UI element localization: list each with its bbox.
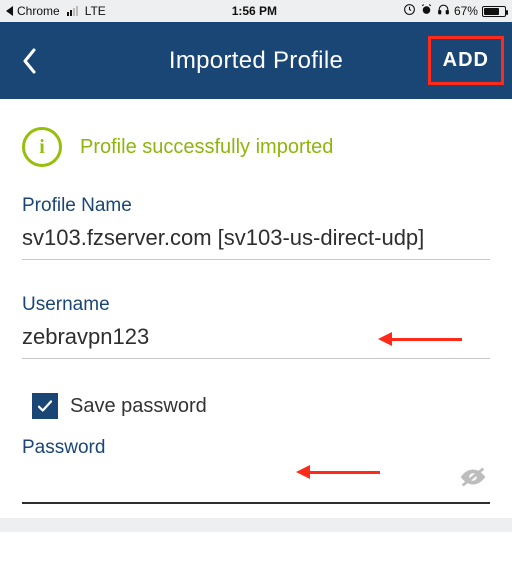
save-password-checkbox[interactable] bbox=[32, 393, 58, 419]
save-password-row: Save password bbox=[32, 393, 490, 419]
password-group: Password bbox=[22, 437, 490, 504]
eye-off-icon bbox=[458, 465, 488, 489]
check-icon bbox=[36, 397, 54, 415]
bottom-spacer bbox=[0, 518, 512, 532]
username-group: Username bbox=[22, 294, 490, 359]
cell-signal-icon bbox=[67, 6, 78, 16]
profile-name-input[interactable] bbox=[22, 223, 490, 260]
password-label: Password bbox=[22, 437, 490, 459]
success-message: Profile successfully imported bbox=[80, 136, 333, 159]
back-to-app-icon[interactable] bbox=[6, 6, 13, 16]
app-header: Imported Profile ADD bbox=[0, 22, 512, 99]
chevron-left-icon bbox=[22, 48, 38, 74]
content-area: i Profile successfully imported Profile … bbox=[0, 99, 512, 504]
save-password-label: Save password bbox=[70, 395, 207, 418]
battery-pct: 67% bbox=[454, 4, 478, 18]
username-label: Username bbox=[22, 294, 490, 316]
password-input[interactable] bbox=[22, 467, 490, 504]
info-icon: i bbox=[22, 127, 62, 167]
profile-name-group: Profile Name bbox=[22, 195, 490, 260]
success-banner: i Profile successfully imported bbox=[22, 127, 490, 167]
ios-status-bar: Chrome LTE 1:56 PM 67% bbox=[0, 0, 512, 22]
battery-icon bbox=[482, 6, 506, 17]
carrier-label: LTE bbox=[85, 4, 106, 18]
toggle-password-visibility-button[interactable] bbox=[456, 463, 490, 491]
clock: 1:56 PM bbox=[232, 4, 277, 18]
annotation-arrow-icon bbox=[296, 465, 380, 479]
profile-name-label: Profile Name bbox=[22, 195, 490, 217]
back-to-app-label[interactable]: Chrome bbox=[17, 4, 60, 18]
add-button[interactable]: ADD bbox=[428, 36, 504, 85]
headphones-icon bbox=[437, 3, 450, 19]
rotation-lock-icon bbox=[403, 3, 416, 19]
annotation-arrow-icon bbox=[378, 332, 462, 346]
alarm-icon bbox=[420, 3, 433, 19]
back-button[interactable] bbox=[8, 39, 52, 83]
